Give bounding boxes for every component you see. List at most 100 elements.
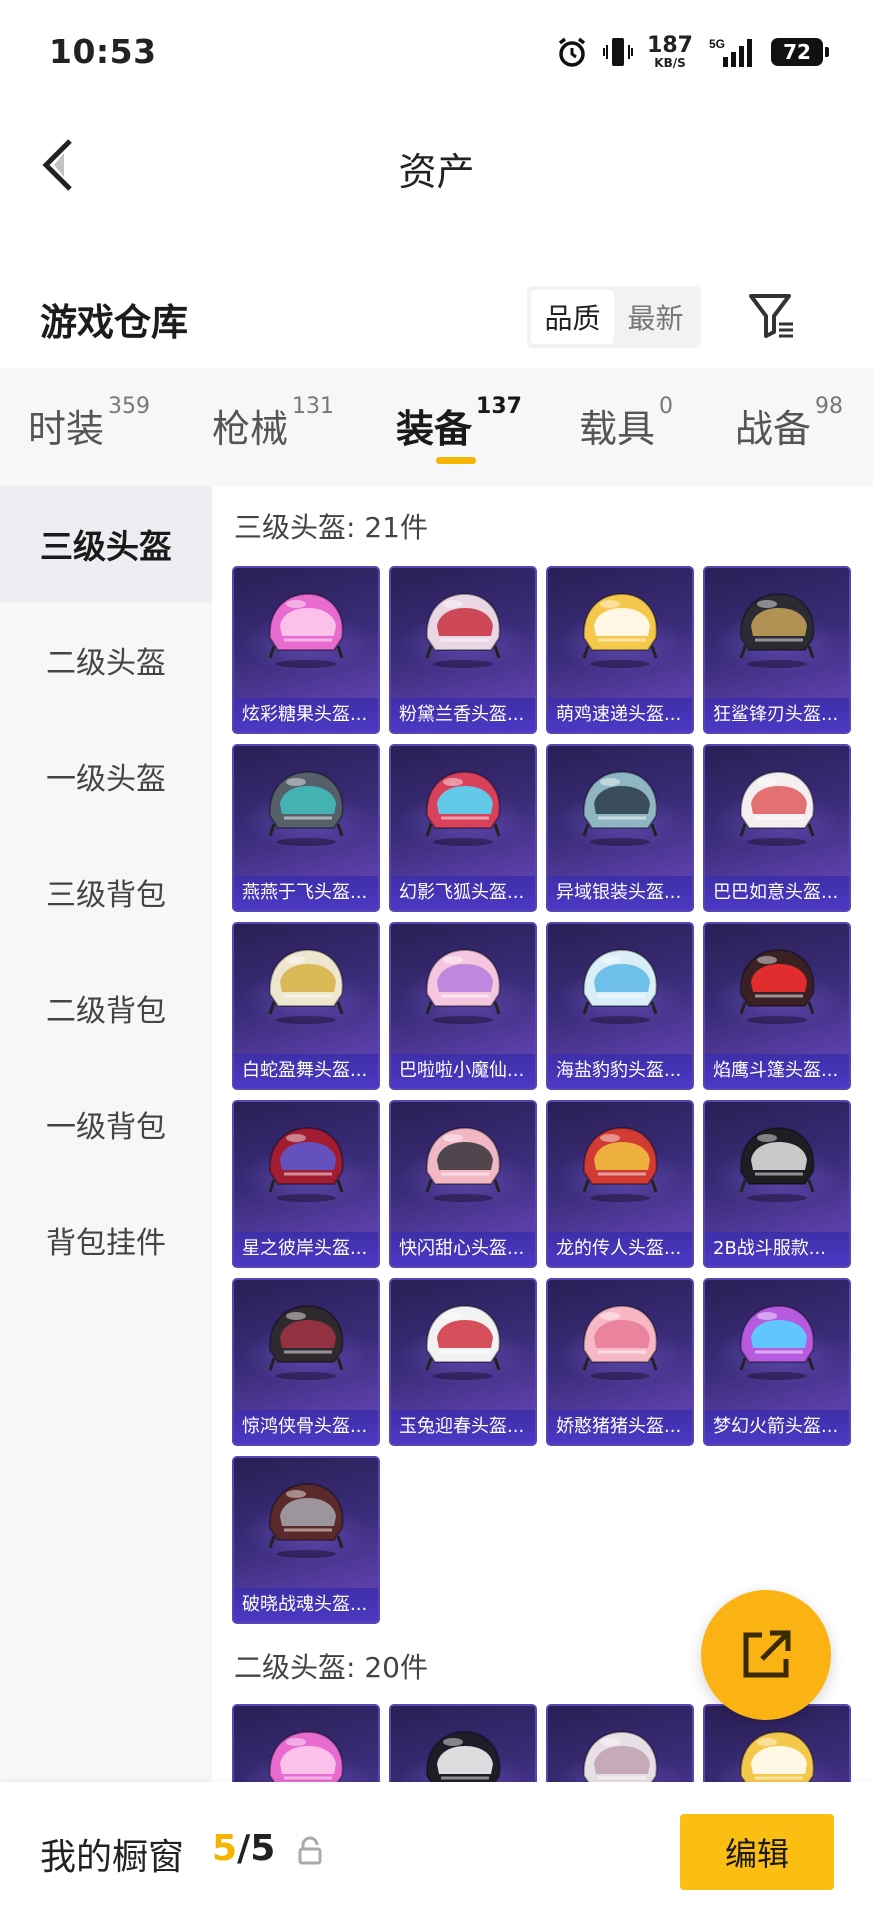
item-card[interactable]: 快闪甜心头盔... — [389, 1100, 537, 1268]
tab-supplies[interactable]: 战备98 — [735, 394, 843, 453]
status-icons: 187 KB/S 5G 72 — [555, 30, 829, 74]
item-card[interactable]: 粉黛兰香头盔... — [389, 566, 537, 734]
item-card[interactable]: 星之彼岸头盔... — [232, 1100, 380, 1268]
helmet-icon — [582, 1304, 658, 1380]
item-name: 异域银装头盔... — [548, 876, 692, 910]
item-name: 玉兔迎春头盔... — [391, 1410, 535, 1444]
network-speed: 187 KB/S — [647, 33, 693, 70]
active-tab-indicator — [436, 457, 476, 464]
filter-icon — [749, 294, 793, 338]
item-name: 海盐豹豹头盔... — [548, 1054, 692, 1088]
helmet-icon — [739, 1304, 815, 1380]
item-card[interactable]: 巴啦啦小魔仙... — [389, 922, 537, 1090]
edit-button[interactable]: 编辑 — [680, 1814, 834, 1890]
helmet-icon — [268, 1126, 344, 1202]
battery-indicator: 72 — [771, 38, 829, 66]
item-card[interactable]: 巴巴如意头盔... — [703, 744, 851, 912]
helmet-icon — [582, 1730, 658, 1782]
share-button[interactable] — [701, 1590, 831, 1720]
item-name: 2B战斗服款... — [705, 1232, 849, 1266]
item-card[interactable]: 娇憨猪猪头盔... — [546, 1278, 694, 1446]
item-card[interactable]: 狂鲨锋刃头盔... — [703, 566, 851, 734]
item-name: 破晓战魂头盔... — [234, 1588, 378, 1622]
tab-firearms[interactable]: 枪械131 — [212, 394, 334, 453]
sidenav-lvl3-helmet[interactable]: 三级头盔 — [0, 486, 212, 602]
sidenav-lvl1-backpack[interactable]: 一级背包 — [0, 1066, 212, 1182]
item-card[interactable]: 2B战斗服款... — [703, 1100, 851, 1268]
sidenav-lvl1-helmet[interactable]: 一级头盔 — [0, 718, 212, 834]
helmet-icon — [268, 1304, 344, 1380]
item-list: 三级头盔: 21件 炫彩糖果头盔... 粉黛兰香头盔... 萌鸡速递头盔... 狂鲨锋… — [212, 486, 873, 1782]
item-card[interactable]: 幻影飞狐头盔... — [389, 744, 537, 912]
item-card[interactable]: 破晓战魂头盔... — [232, 1456, 380, 1624]
helmet-icon — [425, 770, 501, 846]
helmet-icon — [739, 770, 815, 846]
sort-newest[interactable]: 最新 — [614, 290, 697, 344]
page-title: 资产 — [398, 150, 475, 194]
helmet-icon — [268, 770, 344, 846]
lock-icon — [298, 1836, 322, 1865]
item-card[interactable]: 燕燕于飞头盔... — [232, 744, 380, 912]
item-name: 焰鹰斗篷头盔... — [705, 1054, 849, 1088]
sidenav-lvl3-backpack[interactable]: 三级背包 — [0, 834, 212, 950]
filter-button[interactable] — [742, 282, 802, 348]
helmet-icon — [268, 1730, 344, 1782]
item-name: 星之彼岸头盔... — [234, 1232, 378, 1266]
item-name: 白蛇盈舞头盔... — [234, 1054, 378, 1088]
item-card[interactable]: 白蛇盈舞头盔... — [232, 922, 380, 1090]
item-card[interactable]: 炫彩糖果头盔... — [232, 566, 380, 734]
item-name: 龙的传人头盔... — [548, 1232, 692, 1266]
helmet-icon — [425, 1304, 501, 1380]
item-name: 燕燕于飞头盔... — [234, 876, 378, 910]
item-name: 巴啦啦小魔仙... — [391, 1054, 535, 1088]
item-card[interactable]: 海盐豹豹头盔... — [546, 922, 694, 1090]
sort-quality[interactable]: 品质 — [531, 290, 614, 344]
tab-equipment[interactable]: 装备137 — [396, 394, 522, 453]
item-grid-lvl3-helmet: 炫彩糖果头盔... 粉黛兰香头盔... 萌鸡速递头盔... 狂鲨锋刃头盔... 燕燕于飞… — [232, 566, 851, 1624]
status-bar: 10:53 187 KB/S 5G 72 — [0, 0, 873, 105]
item-card[interactable]: 异域银装头盔... — [546, 744, 694, 912]
item-name: 炫彩糖果头盔... — [234, 698, 378, 732]
warehouse-title: 游戏仓库 — [40, 301, 188, 344]
item-name: 惊鸿侠骨头盔... — [234, 1410, 378, 1444]
helmet-icon — [739, 1730, 815, 1782]
item-name: 狂鲨锋刃头盔... — [705, 698, 849, 732]
item-name: 快闪甜心头盔... — [391, 1232, 535, 1266]
alarm-icon — [555, 35, 589, 69]
section-title-lvl2-helmet: 二级头盔: 20件 — [234, 1651, 428, 1684]
vibrate-icon — [603, 35, 634, 69]
helmet-icon — [268, 948, 344, 1024]
helmet-icon — [739, 592, 815, 668]
helmet-icon — [268, 1482, 344, 1558]
tab-fashion[interactable]: 时装359 — [28, 394, 150, 453]
section-title-lvl3-helmet: 三级头盔: 21件 — [234, 511, 428, 544]
item-name: 粉黛兰香头盔... — [391, 698, 535, 732]
item-card[interactable]: 焰鹰斗篷头盔... — [703, 922, 851, 1090]
app-header: 资产 — [0, 105, 873, 225]
item-card[interactable]: 梦幻火箭头盔... — [703, 1278, 851, 1446]
status-time: 10:53 — [49, 32, 157, 71]
helmet-icon — [582, 592, 658, 668]
sidenav-lvl2-helmet[interactable]: 二级头盔 — [0, 602, 212, 718]
item-card[interactable] — [389, 1704, 537, 1782]
item-card[interactable]: 萌鸡速递头盔... — [546, 566, 694, 734]
helmet-icon — [425, 1730, 501, 1782]
item-name: 萌鸡速递头盔... — [548, 698, 692, 732]
helmet-icon — [582, 770, 658, 846]
item-card[interactable] — [546, 1704, 694, 1782]
item-card[interactable]: 惊鸿侠骨头盔... — [232, 1278, 380, 1446]
share-icon — [743, 1630, 791, 1678]
item-name: 巴巴如意头盔... — [705, 876, 849, 910]
item-card[interactable] — [232, 1704, 380, 1782]
helmet-icon — [425, 1126, 501, 1202]
svg-text:5G: 5G — [709, 37, 725, 51]
tab-vehicles[interactable]: 载具0 — [579, 394, 673, 453]
helmet-icon — [739, 948, 815, 1024]
sidenav-backpack-charm[interactable]: 背包挂件 — [0, 1182, 212, 1298]
item-card[interactable]: 玉兔迎春头盔... — [389, 1278, 537, 1446]
item-name: 娇憨猪猪头盔... — [548, 1410, 692, 1444]
category-tabs: 时装359 枪械131 装备137 载具0 战备98 — [0, 368, 873, 486]
item-card[interactable]: 龙的传人头盔... — [546, 1100, 694, 1268]
sidenav-lvl2-backpack[interactable]: 二级背包 — [0, 950, 212, 1066]
signal-5g-icon: 5G — [707, 35, 757, 69]
